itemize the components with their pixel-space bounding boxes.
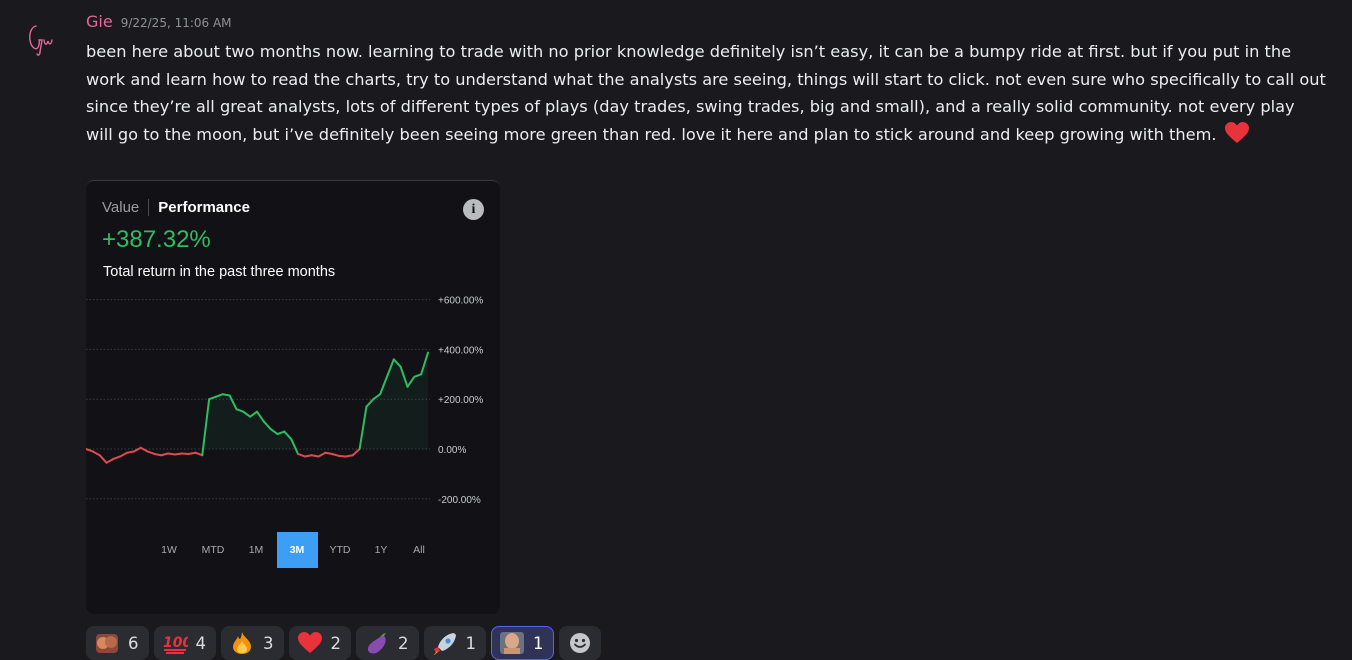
red-heart-emoji	[1224, 121, 1249, 143]
series-segment	[126, 450, 135, 454]
portfolio-screenshot-embed[interactable]: Value Performance i +387.32% Total retur…	[86, 180, 500, 614]
y-tick-label: -200.00%	[438, 495, 481, 506]
range-selector: 1W MTD 1M 3M YTD 1Y All	[86, 532, 500, 568]
series-segment	[303, 454, 313, 458]
fire-emoji	[233, 632, 251, 654]
series-segment	[173, 452, 183, 456]
chat-message: Gie 9/22/25, 11:06 AM been here about tw…	[0, 0, 1352, 660]
range-button-1m[interactable]: 1M	[241, 532, 271, 568]
series-segment	[139, 446, 149, 453]
range-button-mtd[interactable]: MTD	[195, 532, 231, 568]
reaction-fire[interactable]: 3	[221, 626, 284, 660]
series-segment	[91, 450, 101, 457]
range-button-1w[interactable]: 1W	[154, 532, 184, 568]
series-segment	[351, 448, 361, 457]
y-tick-label: +400.00%	[438, 345, 483, 356]
series-segment	[132, 446, 142, 453]
series-segment	[119, 451, 129, 458]
reaction-count: 4	[195, 633, 207, 653]
range-button-3m[interactable]: 3M	[276, 532, 318, 568]
series-segment	[324, 451, 334, 455]
series-segment	[310, 454, 320, 458]
series-segment	[105, 457, 115, 464]
hundred-points-emoji: 100	[163, 635, 188, 654]
smiley-icon	[569, 633, 590, 653]
reaction-kissing-faces[interactable]: 6	[86, 626, 149, 660]
add-reaction-button[interactable]	[558, 626, 601, 660]
reaction-count: 3	[263, 633, 274, 653]
reaction-count: 2	[398, 633, 409, 653]
range-button-all[interactable]: All	[404, 532, 434, 568]
series-segment	[297, 452, 306, 458]
series-area	[86, 352, 428, 449]
series-segment	[98, 454, 108, 464]
series-segment	[160, 452, 170, 457]
reaction-rocket[interactable]: 1	[423, 626, 486, 660]
series-segment	[194, 451, 204, 457]
reaction-bar: 6 100 4 3 2 2 1 1	[86, 626, 601, 660]
series-segment	[221, 393, 231, 397]
series-segment	[187, 451, 197, 455]
series-segment	[331, 452, 341, 457]
kissing-faces-emoji	[96, 634, 118, 653]
reaction-count: 1	[533, 633, 544, 653]
range-button-1y[interactable]: 1Y	[366, 532, 396, 568]
y-tick-label: +600.00%	[438, 296, 483, 307]
message-header: Gie 9/22/25, 11:06 AM	[86, 12, 232, 34]
message-text: been here about two months now. learning…	[86, 42, 1326, 144]
user-avatar[interactable]	[20, 18, 60, 58]
y-tick-label: 0.00%	[438, 445, 466, 456]
rocket-emoji	[433, 633, 456, 655]
reaction-count: 6	[128, 633, 139, 653]
reaction-custom-face[interactable]: 1	[491, 626, 554, 660]
series-segment	[344, 454, 354, 458]
series-segment	[146, 450, 156, 455]
red-heart-emoji	[297, 632, 322, 653]
series-segment	[86, 448, 94, 453]
reaction-eggplant[interactable]: 2	[356, 626, 419, 660]
series-segment	[153, 452, 163, 457]
username[interactable]: Gie	[86, 12, 113, 31]
reaction-red-heart[interactable]: 2	[288, 626, 351, 660]
reaction-hundred-points[interactable]: 100 4	[153, 626, 216, 660]
series-segment	[167, 452, 176, 456]
series-segment	[317, 451, 327, 458]
reaction-count: 1	[465, 633, 477, 653]
timestamp[interactable]: 9/22/25, 11:06 AM	[121, 16, 232, 30]
custom-face-emoji	[500, 632, 524, 654]
y-tick-label: +200.00%	[438, 395, 483, 406]
eggplant-emoji	[367, 633, 386, 654]
range-button-ytd[interactable]: YTD	[323, 532, 357, 568]
reaction-count: 2	[330, 633, 342, 653]
svg-text:100: 100	[163, 635, 188, 651]
series-segment	[112, 455, 122, 460]
message-content: been here about two months now. learning…	[86, 38, 1326, 148]
